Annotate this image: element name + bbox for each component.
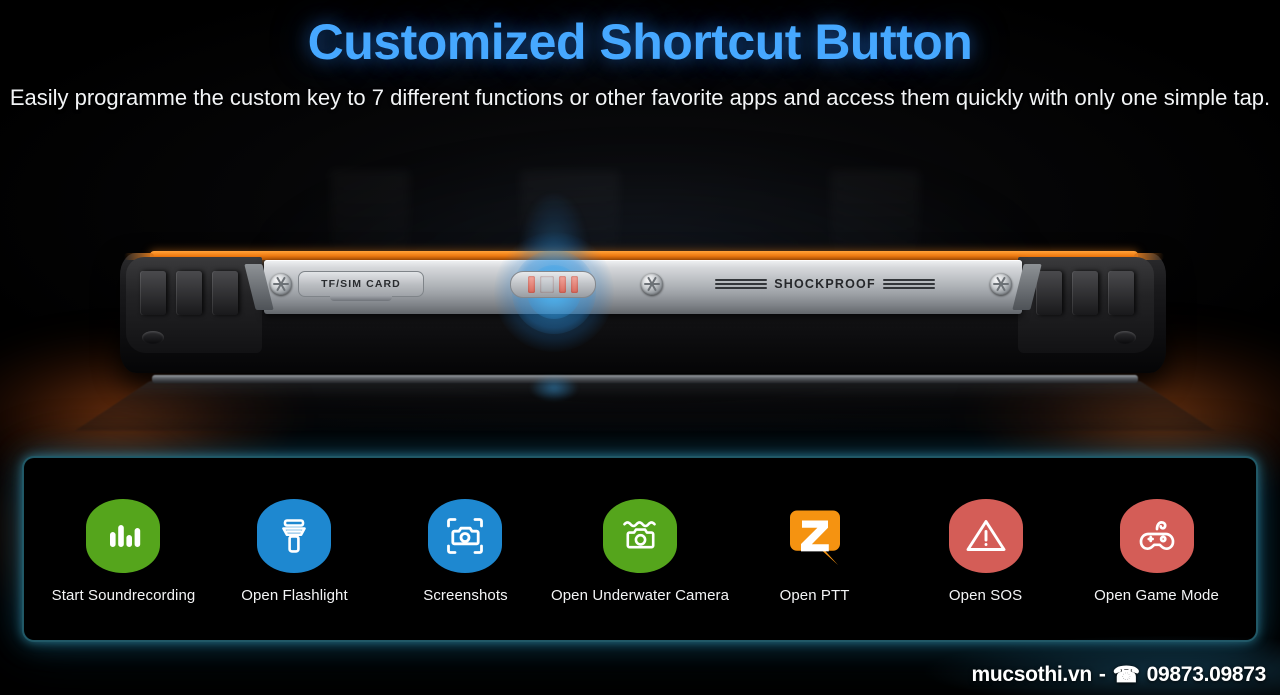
glass-desk-reflection [75, 381, 1215, 431]
bumper-grip-ridge [1108, 271, 1134, 315]
shortcut-label: Open Game Mode [1094, 586, 1219, 604]
sos-warning-icon[interactable] [948, 498, 1023, 573]
phone-orange-accent-bezel [124, 251, 1164, 260]
screw-icon [990, 273, 1012, 295]
screenshot-camera-icon[interactable] [428, 498, 503, 573]
watermark-site: mucsothi.vn [971, 663, 1092, 686]
bumper-grip-ridge [1072, 271, 1098, 315]
phone-lanyard-hole [142, 331, 164, 344]
shortcut-label: Open SOS [948, 586, 1023, 604]
shortcut-item-sound-recording[interactable]: Start Soundrecording [38, 495, 209, 604]
sound-recorder-icon[interactable] [86, 498, 161, 573]
underwater-camera-icon[interactable] [603, 498, 678, 573]
tf-sim-card-door-tab [330, 296, 392, 301]
tf-sim-card-door: TF/SIM CARD [298, 271, 424, 297]
phone-bumper-left [126, 257, 262, 353]
flashlight-icon[interactable] [257, 498, 332, 573]
shortcut-label: Open PTT [779, 586, 850, 604]
bumper-grip-ridge [176, 271, 202, 315]
bumper-grip-ridge [140, 271, 166, 315]
phone-lanyard-hole [1114, 331, 1136, 344]
shockproof-engraving: SHOCKPROOF [700, 275, 950, 293]
custom-shortcut-key[interactable] [510, 271, 596, 298]
custom-key-ridge [540, 276, 554, 293]
telephone-icon: ☎ [1112, 662, 1140, 687]
custom-key-ridge [559, 276, 566, 293]
watermark-phone-number: 09873.09873 [1146, 663, 1267, 686]
shortcut-item-underwater-camera[interactable]: Open Underwater Camera [551, 495, 729, 604]
page-subtitle: Easily programme the custom key to 7 dif… [9, 84, 1271, 110]
header-block: Customized Shortcut Button Easily progra… [0, 14, 1280, 113]
shortcut-label: Open Flashlight [241, 586, 348, 604]
tf-sim-card-label: TF/SIM CARD [321, 278, 401, 290]
shortcut-label: Screenshots [423, 586, 508, 604]
bumper-grip-ridge [212, 271, 238, 315]
shortcut-item-game-mode[interactable]: Open Game Mode [1071, 495, 1242, 604]
shortcut-item-flashlight[interactable]: Open Flashlight [209, 495, 380, 604]
shortcut-functions-panel: Start Soundrecording Open Flashlight Scr… [22, 456, 1258, 642]
game-controller-icon[interactable] [1119, 498, 1194, 573]
shortcut-item-screenshots[interactable]: Screenshots [380, 495, 551, 604]
shortcut-label: Open Underwater Camera [550, 586, 730, 604]
page-title: Customized Shortcut Button [307, 14, 973, 70]
engraving-lines-left [715, 279, 768, 289]
shortcut-item-sos[interactable]: Open SOS [900, 495, 1071, 604]
screw-icon [641, 273, 663, 295]
shockproof-label: SHOCKPROOF [774, 277, 876, 291]
screw-icon [270, 273, 292, 295]
shortcut-item-ptt[interactable]: Open PTT [729, 495, 900, 604]
product-photo-phone-side-view: TF/SIM CARD SHOCKPROOF [0, 195, 1280, 450]
watermark: mucsothi.vn - ☎ 09873.09873 [971, 663, 1266, 687]
custom-key-ridge [571, 276, 578, 293]
bumper-grip-ridge [1036, 271, 1062, 315]
custom-key-ridge [528, 276, 535, 293]
ptt-zello-icon[interactable] [778, 499, 852, 573]
engraving-lines-right [882, 279, 935, 289]
shortcut-label: Start Soundrecording [51, 586, 196, 604]
custom-key-reflection-glow [530, 375, 578, 401]
watermark-separator: - [1098, 663, 1106, 686]
shortcut-icon-row: Start Soundrecording Open Flashlight Scr… [24, 458, 1256, 640]
